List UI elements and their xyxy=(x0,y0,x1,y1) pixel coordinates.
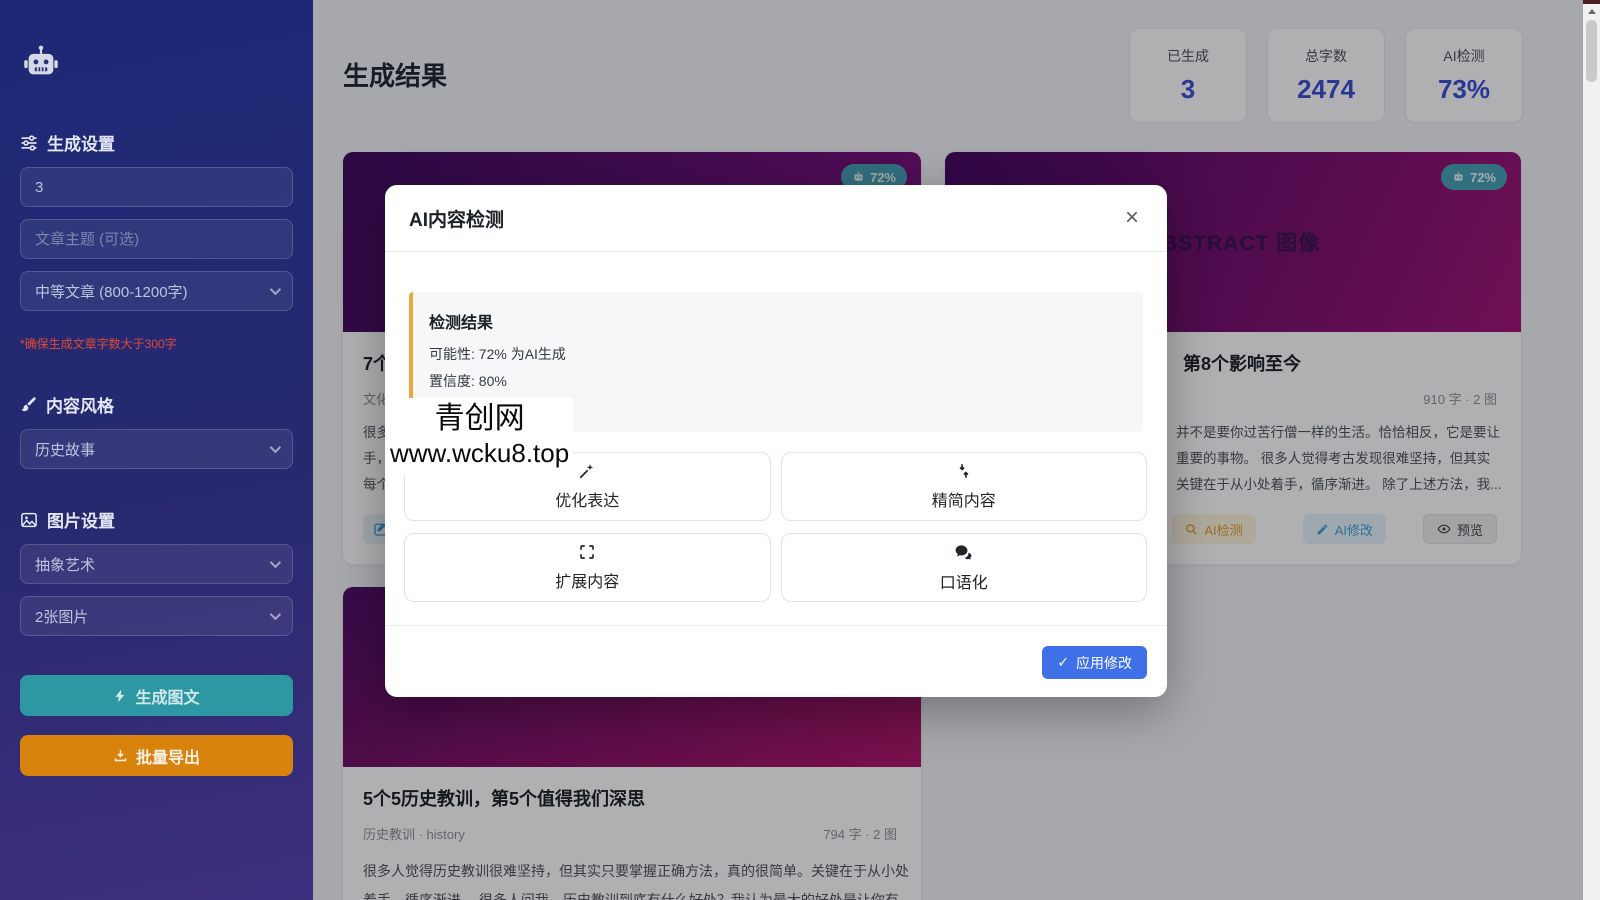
scrollbar-thumb[interactable] xyxy=(1586,20,1597,82)
image-settings-heading: 图片设置 xyxy=(20,507,293,532)
length-select[interactable]: 中等文章 (800-1200字) xyxy=(20,271,293,311)
bolt-icon xyxy=(113,688,127,704)
watermark-url: www.wcku8.top xyxy=(390,437,569,470)
app-window: 生成设置 中等文章 (800-1200字) *确保生成文章字数大于300字 内容… xyxy=(0,0,1600,900)
scrollbar[interactable] xyxy=(1583,0,1600,900)
close-icon[interactable]: × xyxy=(1125,206,1139,230)
style-select[interactable]: 历史故事 xyxy=(20,429,293,469)
section-title: 生成设置 xyxy=(47,130,115,155)
sidebar: 生成设置 中等文章 (800-1200字) *确保生成文章字数大于300字 内容… xyxy=(0,0,313,900)
generation-settings-heading: 生成设置 xyxy=(20,130,293,155)
download-icon xyxy=(113,748,128,763)
section-title: 图片设置 xyxy=(47,507,115,532)
image-count-select[interactable]: 2张图片 xyxy=(20,596,293,636)
word-count-warning: *确保生成文章字数大于300字 xyxy=(20,335,293,352)
result-probability: 可能性: 72% 为AI生成 xyxy=(429,344,1127,364)
topic-input[interactable] xyxy=(20,219,293,259)
brush-icon xyxy=(20,396,37,413)
chevron-down-icon xyxy=(270,442,281,453)
expand-content-button[interactable]: 扩展内容 xyxy=(404,533,771,602)
chevron-down-icon xyxy=(270,609,281,620)
site-watermark: 青创网 www.wcku8.top xyxy=(386,398,573,475)
robot-icon xyxy=(22,44,293,82)
colloquialize-button[interactable]: 口语化 xyxy=(781,533,1148,602)
watermark-name: 青创网 xyxy=(390,401,569,437)
scroll-up-arrow[interactable] xyxy=(1583,4,1600,18)
chevron-down-icon xyxy=(270,557,281,568)
article-count-input[interactable] xyxy=(20,167,293,207)
check-icon: ✓ xyxy=(1057,654,1069,671)
content-style-heading: 内容风格 xyxy=(20,392,293,417)
image-icon xyxy=(20,511,38,529)
compress-icon xyxy=(955,462,973,480)
chat-icon xyxy=(954,543,973,562)
condense-content-button[interactable]: 精简内容 xyxy=(781,452,1148,521)
expand-icon xyxy=(578,543,596,561)
modal-title: AI内容检测 xyxy=(409,205,504,232)
section-title: 内容风格 xyxy=(46,392,114,417)
result-confidence: 置信度: 80% xyxy=(429,371,1127,391)
chevron-down-icon xyxy=(270,284,281,295)
art-style-select[interactable]: 抽象艺术 xyxy=(20,544,293,584)
result-heading: 检测结果 xyxy=(429,309,1127,333)
generate-button[interactable]: 生成图文 xyxy=(20,675,293,716)
apply-changes-button[interactable]: ✓ 应用修改 xyxy=(1042,646,1147,679)
batch-export-button[interactable]: 批量导出 xyxy=(20,735,293,776)
sliders-icon xyxy=(20,134,38,152)
wand-icon xyxy=(578,462,596,480)
